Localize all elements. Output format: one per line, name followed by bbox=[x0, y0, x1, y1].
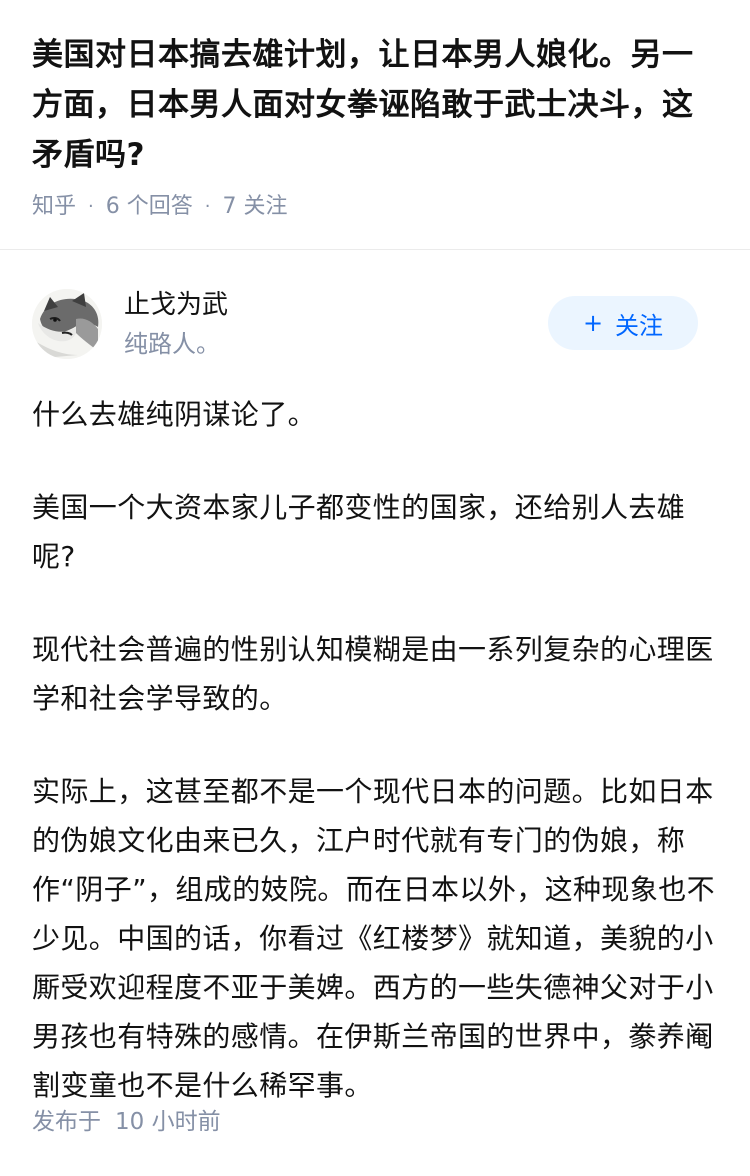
publish-time: 发布于 10 小时前 bbox=[32, 1106, 221, 1138]
meta-separator: · bbox=[88, 196, 94, 217]
site-name[interactable]: 知乎 bbox=[32, 192, 76, 222]
question-header: 美国对日本搞去雄计划，让日本男人娘化。另一方面，日本男人面对女拳诬陷敢于武士决斗… bbox=[0, 0, 750, 250]
answer-paragraph: 什么去雄纯阴谋论了。 bbox=[32, 398, 317, 431]
answer-paragraph: 美国一个大资本家儿子都变性的国家，还给别人去雄呢? bbox=[32, 491, 686, 573]
author-info: 止戈为武 纯路人。 bbox=[124, 287, 228, 361]
answer-count[interactable]: 6 个回答 bbox=[106, 192, 193, 222]
author-row: 止戈为武 纯路人。 + 关注 bbox=[32, 286, 718, 362]
answer-card: 止戈为武 纯路人。 + 关注 什么去雄纯阴谋论了。 美国一个大资本家儿子都变性的… bbox=[0, 250, 750, 1110]
author-bio: 纯路人。 bbox=[124, 330, 220, 358]
wolf-avatar-icon[interactable] bbox=[32, 289, 102, 359]
answer-page: 美国对日本搞去雄计划，让日本男人娘化。另一方面，日本男人面对女拳诬陷敢于武士决斗… bbox=[0, 0, 750, 1176]
publish-time-value: 10 小时前 bbox=[115, 1109, 221, 1135]
follow-button-label: 关注 bbox=[615, 311, 664, 340]
answer-paragraph: 实际上，这甚至都不是一个现代日本的问题。比如日本的伪娘文化由来已久，江户时代就有… bbox=[32, 775, 716, 1102]
author-name[interactable]: 止戈为武 bbox=[124, 287, 228, 323]
plus-icon: + bbox=[582, 309, 604, 337]
follow-count[interactable]: 7 关注 bbox=[222, 192, 287, 222]
answer-paragraph: 现代社会普遍的性别认知模糊是由一系列复杂的心理医学和社会学导致的。 bbox=[32, 633, 714, 715]
question-title[interactable]: 美国对日本搞去雄计划，让日本男人娘化。另一方面，日本男人面对女拳诬陷敢于武士决斗… bbox=[32, 30, 718, 180]
answer-body: 什么去雄纯阴谋论了。 美国一个大资本家儿子都变性的国家，还给别人去雄呢? 现代社… bbox=[32, 390, 718, 1110]
publish-label: 发布于 bbox=[32, 1109, 101, 1135]
follow-button[interactable]: + 关注 bbox=[548, 296, 698, 350]
meta-separator: · bbox=[204, 196, 211, 217]
question-meta: 知乎 · 6 个回答 · 7 关注 bbox=[32, 192, 718, 222]
